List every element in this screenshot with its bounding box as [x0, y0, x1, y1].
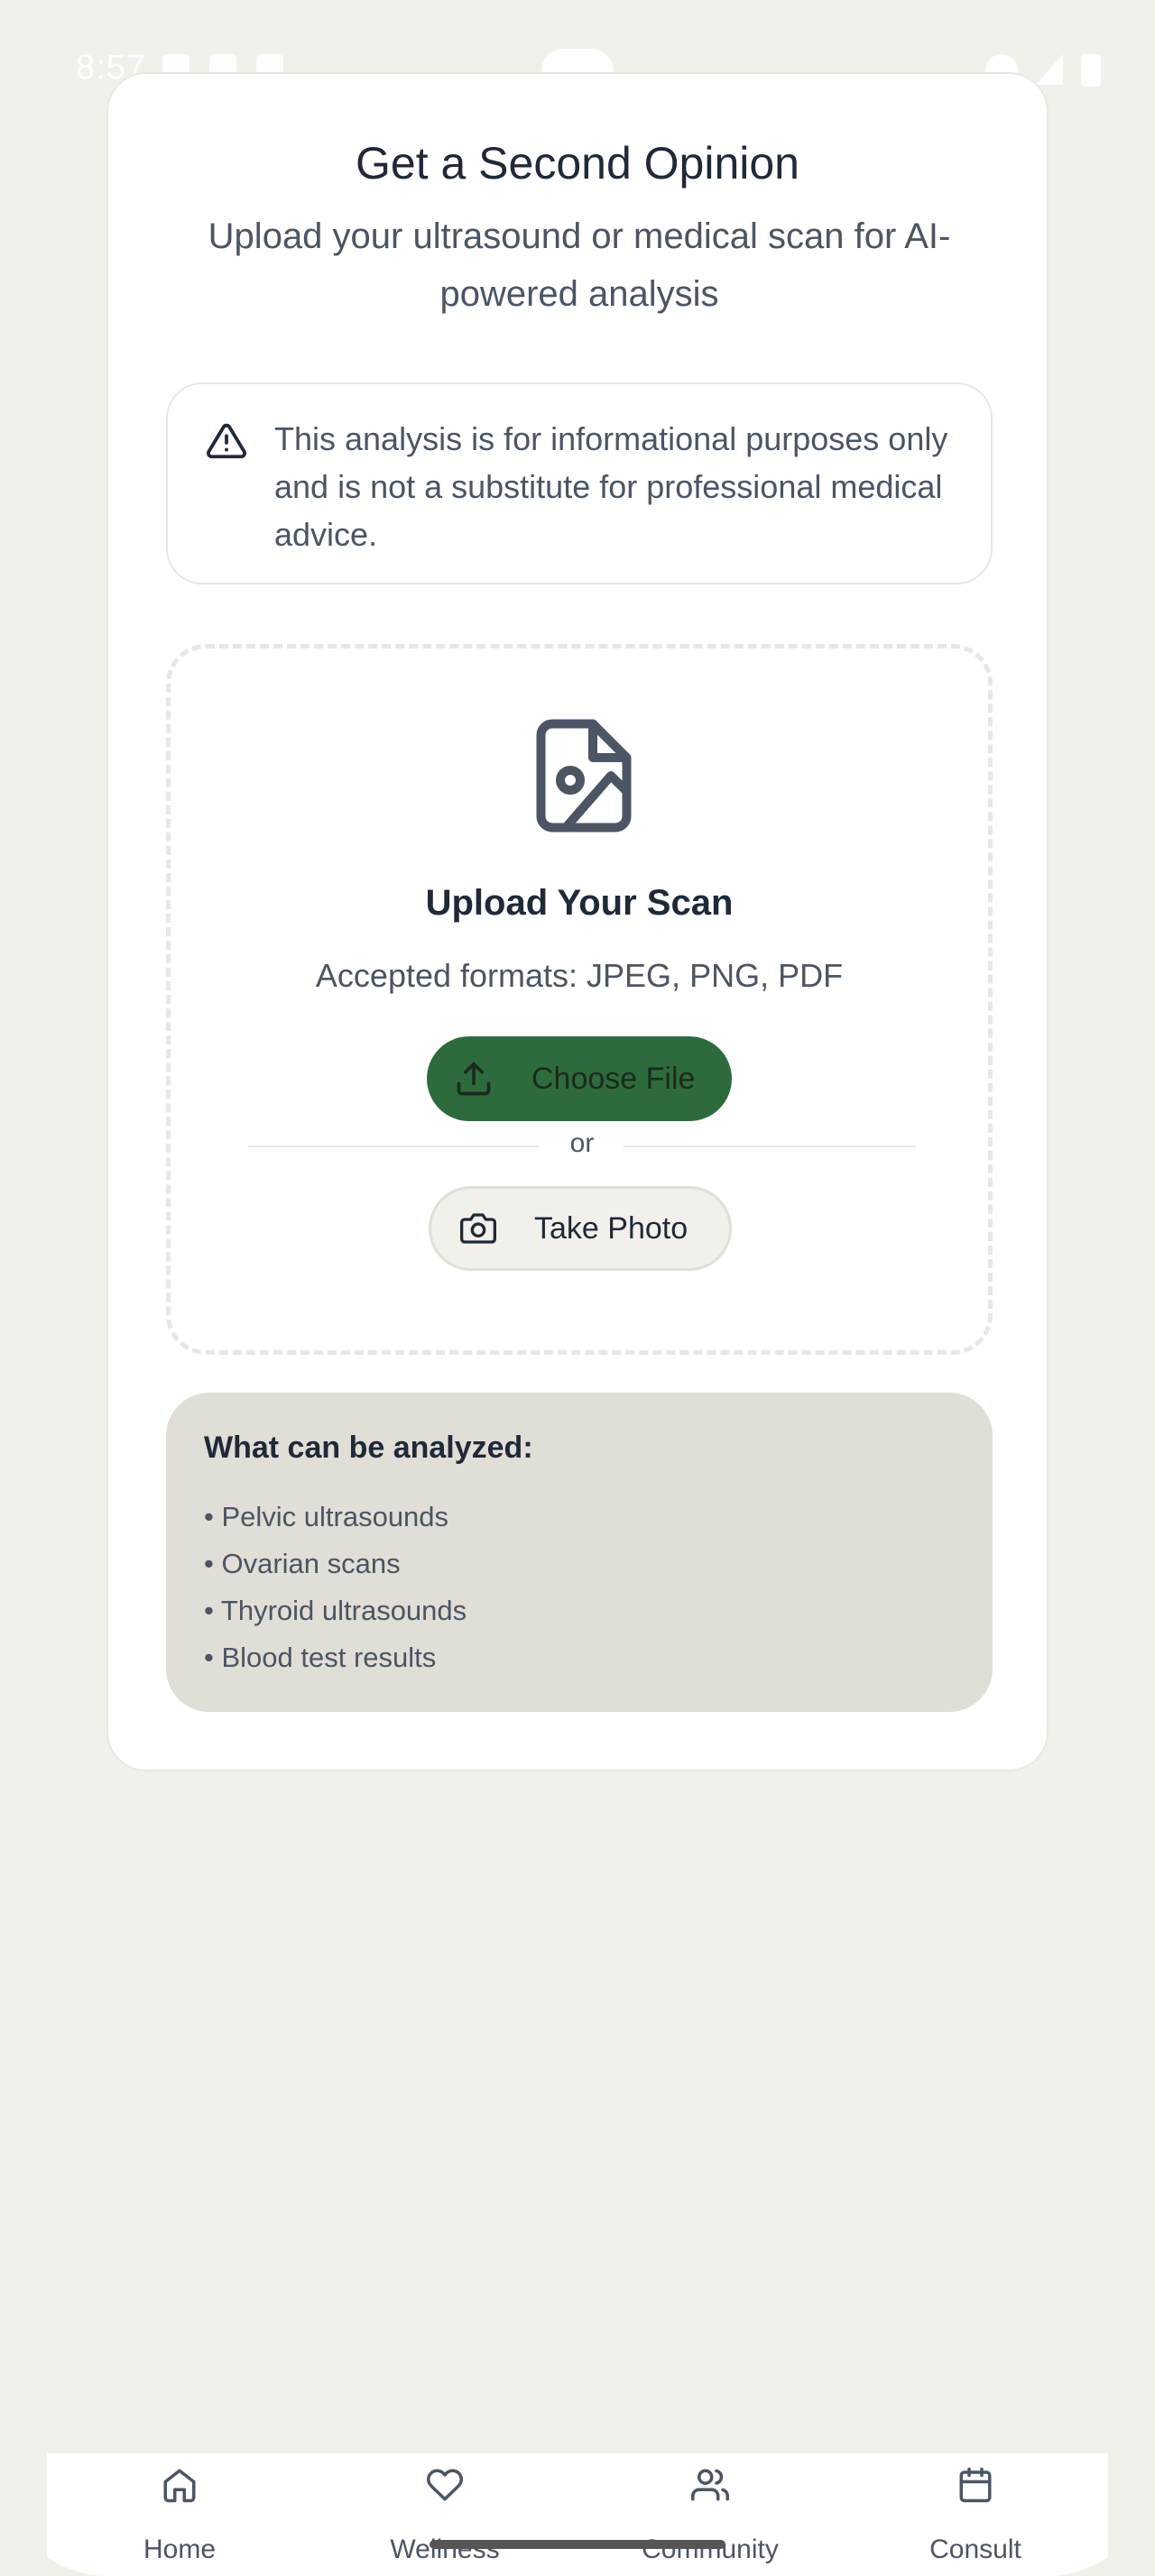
camera-icon [460, 1213, 496, 1244]
take-photo-button[interactable]: Take Photo [429, 1186, 732, 1271]
analyzable-heading: What can be analyzed: [204, 1431, 533, 1465]
nav-label: Consult [929, 2535, 1021, 2564]
analyzable-list: • Pelvic ultrasounds • Ovarian scans • T… [204, 1494, 467, 1681]
page-title: Get a Second Opinion [356, 138, 799, 189]
upload-title: Upload Your Scan [425, 883, 734, 923]
warning-icon [207, 423, 246, 459]
calendar-icon [959, 2467, 992, 2503]
list-item: • Blood test results [204, 1642, 437, 1673]
users-icon [691, 2469, 729, 2501]
home-icon [163, 2469, 196, 2503]
heart-icon [427, 2469, 463, 2501]
upload-dropzone[interactable]: Upload Your Scan Accepted formats: JPEG,… [166, 644, 993, 1355]
analyzable-info: What can be analyzed: • Pelvic ultrasoun… [166, 1393, 993, 1712]
second-opinion-card: Get a Second Opinion Upload your ultraso… [106, 72, 1049, 1771]
divider-line [624, 1145, 916, 1147]
nav-item-community[interactable]: Community [578, 2453, 843, 2576]
or-label: or [569, 1128, 595, 1158]
nav-item-wellness[interactable]: Wellness [312, 2453, 578, 2576]
choose-file-label: Choose File [531, 1061, 696, 1096]
nav-label: Home [143, 2535, 217, 2564]
device-screen: 8:57 Get a Second Opinion Upload your ul… [0, 0, 1155, 2576]
list-item: • Pelvic ultrasounds [204, 1501, 449, 1532]
upload-icon [457, 1062, 491, 1096]
take-photo-label: Take Photo [534, 1210, 688, 1246]
nav-item-home[interactable]: Home [47, 2453, 312, 2576]
list-item: • Thyroid ultrasounds [204, 1595, 467, 1626]
battery-icon [1081, 54, 1101, 87]
page-subtitle: Upload your ultrasound or medical scan f… [208, 216, 951, 314]
gesture-home-indicator[interactable] [430, 2540, 725, 2549]
bottom-navigation: Home Wellness Community Consult [47, 2453, 1108, 2576]
cellular-signal-icon [1036, 54, 1063, 85]
list-item: • Ovarian scans [204, 1548, 401, 1579]
choose-file-button[interactable]: Choose File [427, 1036, 732, 1121]
nav-item-consult[interactable]: Consult [843, 2453, 1108, 2576]
disclaimer-notice: This analysis is for informational purpo… [166, 382, 993, 584]
file-image-icon [536, 719, 632, 833]
or-divider: or [248, 1128, 916, 1164]
disclaimer-text: This analysis is for informational purpo… [274, 420, 948, 553]
accepted-formats: Accepted formats: JPEG, PNG, PDF [315, 957, 844, 994]
